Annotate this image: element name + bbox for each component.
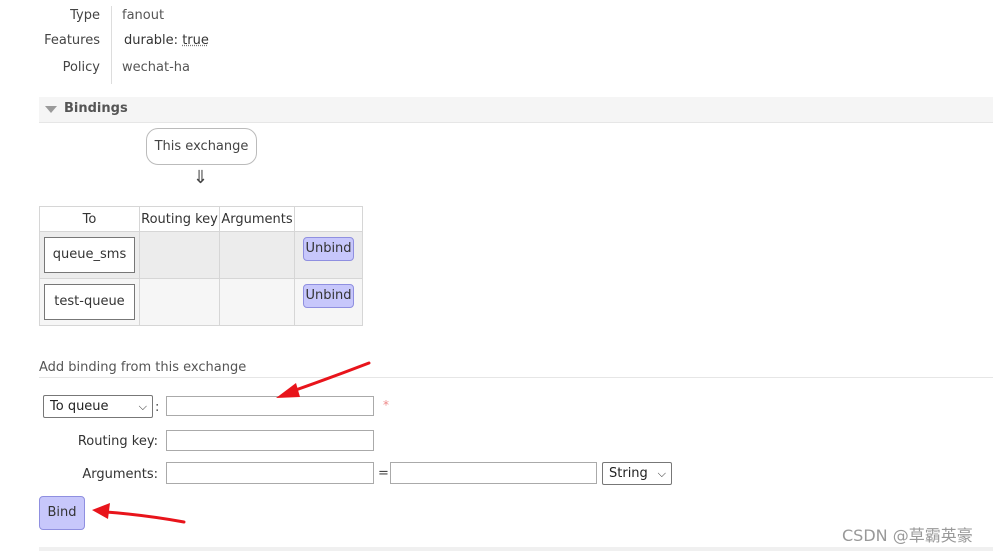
bottom-divider bbox=[39, 547, 993, 551]
watermark: CSDN @草霸英豪 bbox=[842, 526, 973, 545]
annotation-arrow-icon bbox=[276, 361, 371, 398]
annotation-arrow-icon bbox=[92, 503, 186, 524]
annotation-overlay bbox=[92, 361, 371, 524]
